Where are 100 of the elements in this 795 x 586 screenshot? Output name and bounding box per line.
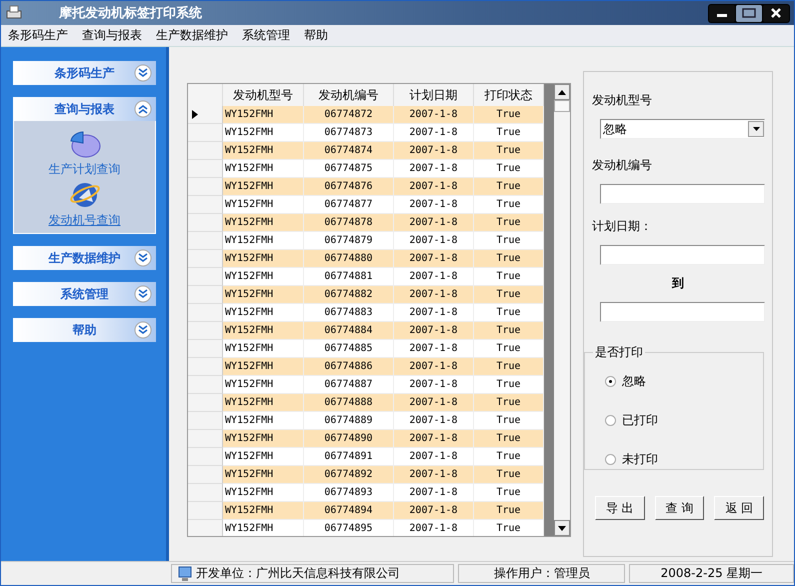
column-header[interactable]: 计划日期 (394, 84, 474, 107)
current-row-icon (192, 110, 198, 119)
table-cell: WY152FMH (223, 304, 304, 322)
status-text: 2008-2-25 星期一 (660, 565, 763, 582)
status-text: 操作用户：管理员 (494, 565, 590, 582)
table-cell: True (474, 268, 544, 286)
close-icon[interactable] (770, 8, 782, 18)
table-cell: True (474, 214, 544, 232)
radio-option[interactable]: 忽略 (605, 373, 763, 390)
table-cell: WY152FMH (223, 250, 304, 268)
table-cell: 2007-1-8 (394, 268, 474, 286)
table-cell: True (474, 394, 544, 412)
table-cell: 06774888 (304, 394, 394, 412)
table-cell: 2007-1-8 (394, 484, 474, 502)
input-field[interactable] (600, 302, 765, 322)
column-header[interactable]: 打印状态 (474, 84, 544, 107)
table-cell: 06774891 (304, 448, 394, 466)
table-cell: 06774883 (304, 304, 394, 322)
table-cell: WY152FMH (223, 484, 304, 502)
maximize-button[interactable] (736, 4, 762, 22)
field-label: 计划日期： (592, 218, 653, 235)
table-cell: WY152FMH (223, 232, 304, 250)
table-cell: True (474, 304, 544, 322)
table-cell: 06774876 (304, 178, 394, 196)
table-cell: True (474, 484, 544, 502)
table-cell: 2007-1-8 (394, 178, 474, 196)
row-header[interactable] (188, 106, 223, 124)
table-cell: 06774893 (304, 484, 394, 502)
table-cell: WY152FMH (223, 124, 304, 142)
sidebar-group-header[interactable]: 系统管理 (13, 282, 156, 306)
scrollbar[interactable] (554, 84, 570, 536)
menu-item[interactable]: 帮助 (297, 27, 335, 44)
radio-button[interactable] (605, 454, 616, 465)
action-button[interactable]: 返 回 (714, 496, 764, 520)
expand-icon[interactable] (134, 249, 152, 267)
table-cell: True (474, 124, 544, 142)
minimize-button[interactable] (709, 4, 735, 22)
table-cell: WY152FMH (223, 196, 304, 214)
action-button[interactable]: 查 询 (654, 496, 704, 520)
collapse-icon[interactable] (134, 100, 152, 118)
action-button[interactable]: 导 出 (595, 496, 645, 520)
model-dropdown[interactable]: 忽略 (600, 119, 765, 139)
scroll-down-icon[interactable] (558, 526, 566, 530)
table-cell: WY152FMH (223, 106, 304, 124)
table-cell: 06774890 (304, 430, 394, 448)
table-cell: WY152FMH (223, 268, 304, 286)
table-cell: 06774873 (304, 124, 394, 142)
table-cell: 06774879 (304, 232, 394, 250)
menu-item[interactable]: 条形码生产 (1, 27, 75, 44)
sidebar-group-header[interactable]: 查询与报表 (13, 97, 156, 121)
table-cell: 06774889 (304, 412, 394, 430)
table-cell: WY152FMH (223, 430, 304, 448)
table-cell: 06774882 (304, 286, 394, 304)
table-cell: 2007-1-8 (394, 232, 474, 250)
table-cell: True (474, 466, 544, 484)
table-cell: 06774881 (304, 268, 394, 286)
column-header[interactable]: 发动机型号 (223, 84, 304, 107)
input-field[interactable] (600, 184, 765, 204)
dropdown-arrow-icon[interactable] (752, 127, 760, 131)
window-title: 摩托发动机标签打印系统 (59, 4, 203, 22)
sidebar-group-header[interactable]: 条形码生产 (13, 61, 156, 85)
scroll-up-icon[interactable] (558, 90, 566, 94)
table-cell: True (474, 340, 544, 358)
globe-icon (68, 180, 100, 210)
maximize-icon[interactable] (742, 8, 756, 18)
table-cell: True (474, 178, 544, 196)
table-cell: 06774880 (304, 250, 394, 268)
pie-chart-icon (68, 129, 100, 159)
table-cell: 2007-1-8 (394, 502, 474, 520)
printer-icon (5, 5, 23, 21)
menu-item[interactable]: 查询与报表 (75, 27, 149, 44)
table-cell: 2007-1-8 (394, 250, 474, 268)
radio-button[interactable] (605, 415, 616, 426)
table-cell: WY152FMH (223, 160, 304, 178)
radio-button[interactable] (605, 376, 616, 387)
table-cell: 2007-1-8 (394, 394, 474, 412)
table-cell: WY152FMH (223, 214, 304, 232)
expand-icon[interactable] (134, 285, 152, 303)
scroll-thumb[interactable] (554, 100, 570, 112)
input-field[interactable] (600, 245, 765, 265)
table-cell: WY152FMH (223, 394, 304, 412)
column-header[interactable]: 发动机编号 (304, 84, 394, 107)
sidebar-group-header[interactable]: 帮助 (13, 318, 156, 342)
table-cell: 2007-1-8 (394, 304, 474, 322)
table-cell: 06774877 (304, 196, 394, 214)
menu-item[interactable]: 系统管理 (235, 27, 297, 44)
radio-label: 已打印 (622, 412, 658, 429)
table-cell: True (474, 322, 544, 340)
close-button[interactable] (763, 4, 789, 22)
table-cell: 2007-1-8 (394, 448, 474, 466)
sidebar-group-header[interactable]: 生产数据维护 (13, 246, 156, 270)
field-label: 到 (670, 275, 685, 292)
expand-icon[interactable] (134, 64, 152, 82)
table-cell: 2007-1-8 (394, 124, 474, 142)
table-cell: 06774887 (304, 376, 394, 394)
table-cell: WY152FMH (223, 322, 304, 340)
radio-option[interactable]: 未打印 (605, 451, 763, 468)
menu-item[interactable]: 生产数据维护 (149, 27, 235, 44)
radio-option[interactable]: 已打印 (605, 412, 763, 429)
expand-icon[interactable] (134, 321, 152, 339)
